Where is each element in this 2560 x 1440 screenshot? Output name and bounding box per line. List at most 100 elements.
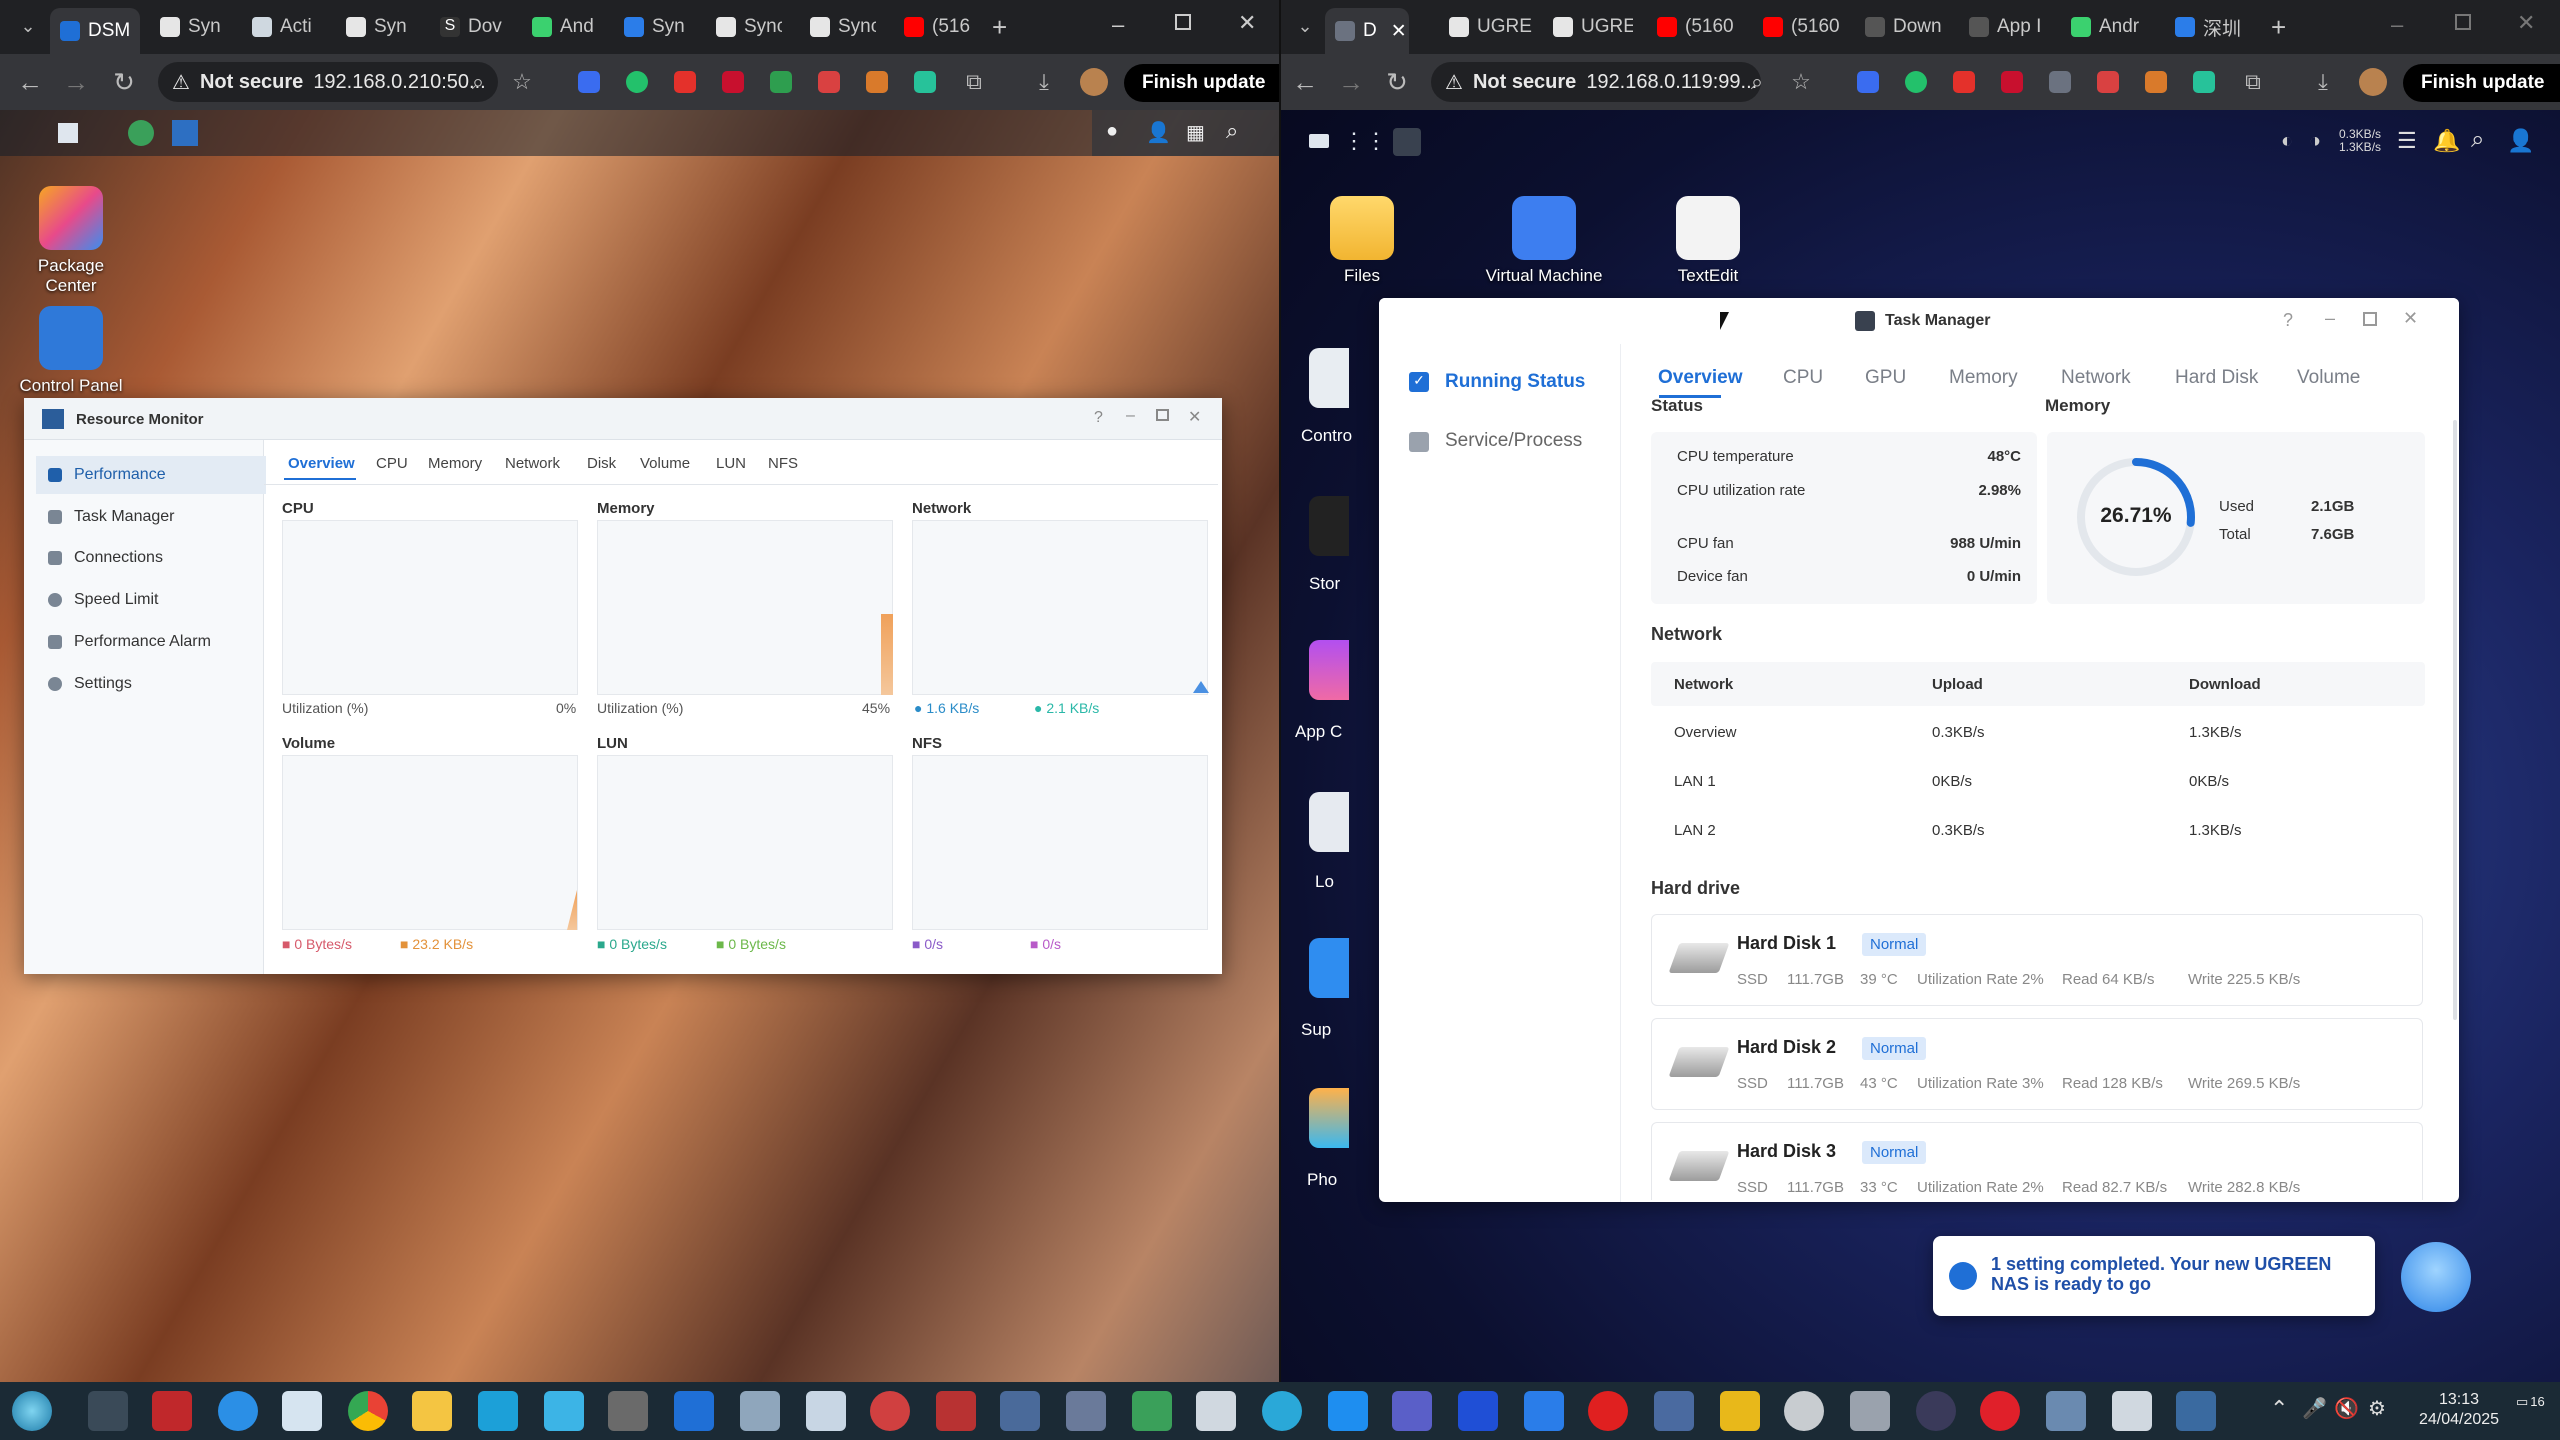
virtual-machine-desktop-icon[interactable]: Virtual Machine [1469, 196, 1619, 286]
resource-monitor-icon[interactable] [172, 120, 198, 146]
app-icon[interactable] [1262, 1391, 1302, 1431]
support-icon[interactable] [1309, 938, 1349, 998]
puzzle-icon[interactable]: ⧉ [2237, 66, 2269, 98]
user-icon[interactable]: 👤 [2507, 128, 2534, 154]
desktop-icon[interactable] [1309, 134, 1329, 148]
adblock-icon[interactable] [722, 71, 744, 93]
headset-icon[interactable]: ◐ [2281, 130, 2293, 153]
tab-ugreen-1[interactable]: UGRE [1449, 10, 1539, 44]
folder-icon[interactable] [412, 1391, 452, 1431]
textedit-desktop-icon[interactable]: TextEdit [1653, 196, 1763, 286]
tab-down[interactable]: Down [1865, 10, 1947, 44]
task-manager-taskbar-icon[interactable] [1393, 128, 1421, 156]
extension-icon[interactable] [1857, 71, 1879, 93]
extension-icon[interactable] [2097, 71, 2119, 93]
tab-gpu[interactable]: GPU [1865, 367, 1906, 389]
app-icon[interactable] [1720, 1391, 1760, 1431]
sidebar-item-performance-alarm[interactable]: Performance Alarm [36, 623, 266, 661]
bell-icon[interactable]: 🔔 [2433, 128, 2460, 154]
close-window-icon[interactable]: ✕ [1238, 10, 1256, 36]
app-icon[interactable] [1850, 1391, 1890, 1431]
hard-disk-card[interactable]: Hard Disk 1 Normal SSD 111.7GB 39 °C Uti… [1651, 914, 2423, 1006]
tab-acti[interactable]: Acti [252, 10, 322, 44]
zoom-app-icon[interactable] [1524, 1391, 1564, 1431]
opera-icon[interactable] [1980, 1391, 2020, 1431]
app-icon[interactable] [1000, 1391, 1040, 1431]
maximize-icon[interactable] [2363, 312, 2377, 326]
finish-update-button[interactable]: Finish update⋮ [1124, 64, 1279, 102]
download-ext-icon[interactable] [2049, 71, 2071, 93]
app-icon[interactable] [740, 1391, 780, 1431]
scrollbar[interactable] [2453, 420, 2457, 1020]
help-icon[interactable]: ? [2283, 310, 2293, 331]
tab-youtube[interactable]: (516 [904, 10, 974, 44]
widgets-icon[interactable]: ▦ [1186, 120, 1205, 145]
notification-center[interactable]: ▭ 16 [2516, 1394, 2548, 1424]
reload-icon[interactable]: ↻ [108, 66, 140, 98]
app-icon[interactable] [1916, 1391, 1956, 1431]
tab-syn-1[interactable]: Syn [160, 10, 226, 44]
app-icon[interactable] [674, 1391, 714, 1431]
extension-icon[interactable] [578, 71, 600, 93]
assistant-robot-icon[interactable] [2401, 1242, 2471, 1312]
close-icon[interactable]: ✕ [2403, 308, 2418, 329]
close-icon[interactable]: ✕ [1391, 20, 1407, 43]
avatar[interactable] [1080, 68, 1108, 96]
download-ext-icon[interactable] [770, 71, 792, 93]
puzzle-icon[interactable]: ⧉ [958, 66, 990, 98]
tab-search-icon[interactable]: ⌄ [12, 10, 44, 42]
grammarly-icon[interactable] [1905, 71, 1927, 93]
storage-icon[interactable] [1309, 496, 1349, 556]
tab-cn[interactable]: 深圳 [2175, 10, 2251, 44]
app-icon[interactable] [478, 1391, 518, 1431]
address-input[interactable]: ⚠ Not secure 192.168.0.119:99... [1431, 62, 1761, 102]
minimize-icon[interactable]: – [2391, 12, 2403, 38]
tab-dsm[interactable]: DSM✕ [50, 8, 140, 54]
app-icon[interactable] [1066, 1391, 1106, 1431]
close-icon[interactable]: ✕ [1188, 407, 1201, 427]
star-icon[interactable]: ☆ [506, 66, 538, 98]
new-tab-button[interactable]: + [992, 10, 1022, 44]
tab-volume[interactable]: Volume [2297, 367, 2360, 389]
zoom-icon[interactable]: ⌕ [1741, 66, 1773, 98]
forward-icon[interactable]: → [1335, 66, 1367, 98]
apps-grid-icon[interactable]: ⋮⋮ [1343, 128, 1387, 154]
new-tab-button[interactable]: + [2271, 10, 2301, 44]
sidebar-item-connections[interactable]: Connections [36, 539, 266, 577]
download-icon[interactable]: ⤓ [1028, 66, 1060, 98]
user-icon[interactable]: 👤 [1146, 120, 1171, 145]
app-icon[interactable] [936, 1391, 976, 1431]
zoom-icon[interactable]: ⌕ [462, 66, 494, 98]
tab-youtube-1[interactable]: (5160 [1657, 10, 1739, 44]
app-icon[interactable] [1784, 1391, 1824, 1431]
tab-memory[interactable]: Memory [1949, 367, 2018, 389]
address-input[interactable]: ⚠ Not secure 192.168.0.210:50... [158, 62, 498, 102]
resource-monitor-titlebar[interactable]: Resource Monitor ? – ✕ [24, 398, 1222, 440]
main-menu-icon[interactable] [58, 123, 78, 143]
maximize-icon[interactable] [1175, 14, 1191, 30]
search-icon[interactable]: ⌕ [2471, 126, 2484, 154]
sidebar-item-settings[interactable]: Settings [36, 665, 266, 703]
extension-icon[interactable] [914, 71, 936, 93]
tab-network[interactable]: Network [2061, 367, 2131, 389]
package-center-desktop-icon[interactable]: Package Center [16, 186, 126, 296]
control-panel-desktop-icon[interactable]: Control Panel [16, 306, 126, 396]
tab-app[interactable]: App I [1969, 10, 2047, 44]
tab-andr[interactable]: Andr [2071, 10, 2151, 44]
app-icon[interactable] [2046, 1391, 2086, 1431]
app-icon[interactable] [218, 1391, 258, 1431]
adblock-icon[interactable] [2001, 71, 2023, 93]
chat-icon[interactable]: ● [1106, 120, 1118, 143]
tab-memory[interactable]: Memory [428, 455, 482, 472]
tab-youtube-2[interactable]: (5160 [1763, 10, 1847, 44]
sidebar-item-running-status[interactable]: Running Status [1445, 371, 1585, 393]
app-icon[interactable] [2176, 1391, 2216, 1431]
tab-ugreen-active[interactable]: D ✕ [1325, 8, 1409, 54]
tab-nfs[interactable]: NFS [768, 455, 798, 472]
extension-icon[interactable] [866, 71, 888, 93]
photos-icon[interactable] [1309, 1088, 1349, 1148]
extension-icon[interactable] [1953, 71, 1975, 93]
tab-ugreen-2[interactable]: UGRE [1553, 10, 1633, 44]
tab-overview[interactable]: Overview [288, 455, 355, 472]
control-panel-icon[interactable] [1309, 348, 1349, 408]
